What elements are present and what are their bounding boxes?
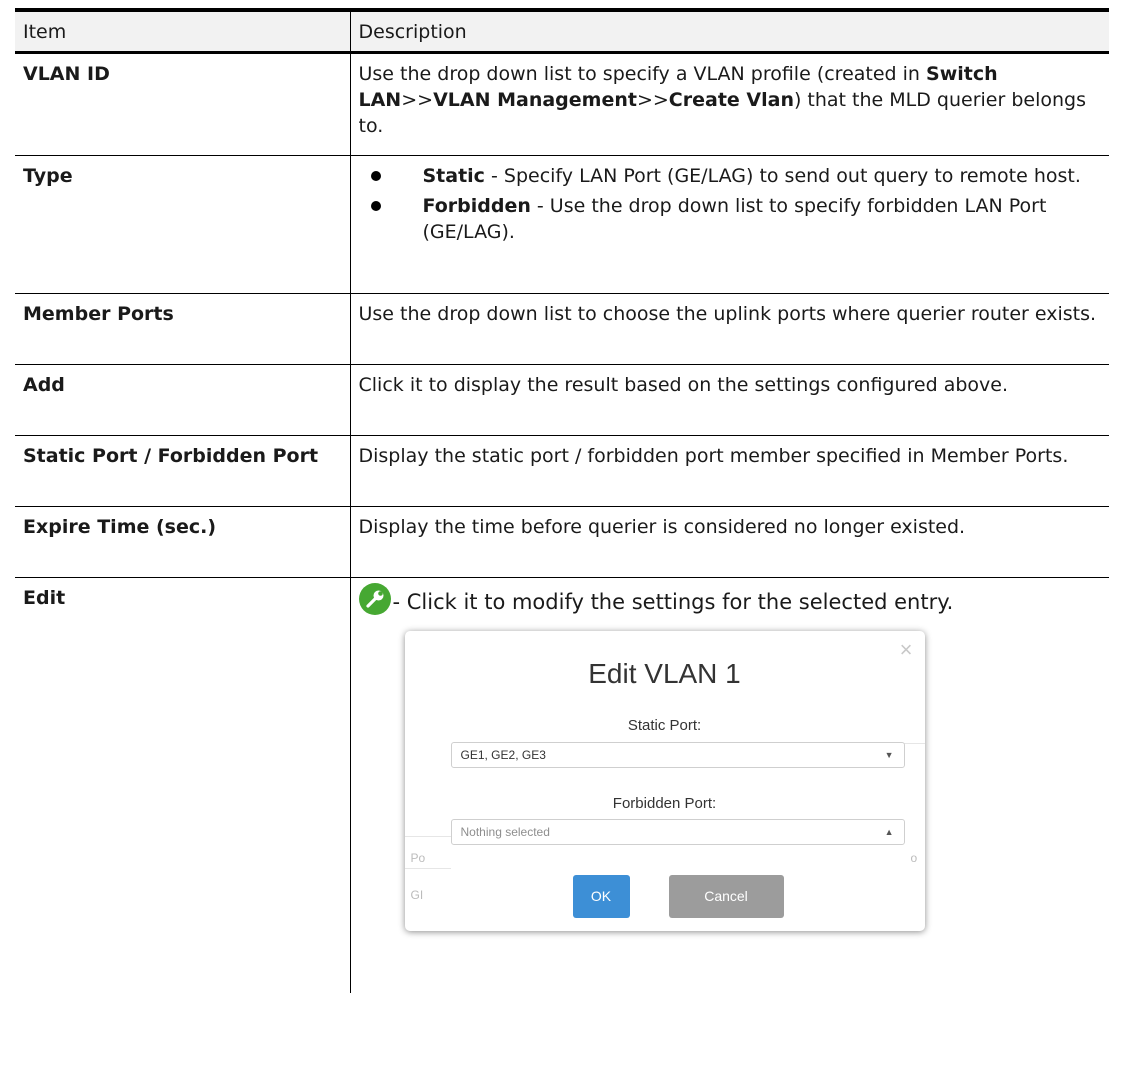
chevron-up-icon: ▲ xyxy=(884,827,894,837)
table-row: Type Static - Specify LAN Port (GE/LAG) … xyxy=(15,155,1109,294)
background-divider xyxy=(404,836,451,837)
row-item: VLAN ID xyxy=(23,63,110,85)
table-row: Add Click it to display the result based… xyxy=(15,364,1109,436)
row-description: Static - Specify LAN Port (GE/LAG) to se… xyxy=(349,155,1109,294)
background-text: GI xyxy=(410,888,424,902)
static-port-select[interactable]: GE1, GE2, GE3 ▼ xyxy=(450,742,905,768)
table-row: Edit - Click it to modify the settings f… xyxy=(15,577,1109,993)
ok-button[interactable]: OK xyxy=(572,875,630,918)
row-description: Use the drop down list to specify a VLAN… xyxy=(349,52,1109,156)
table-header-row: Item Description xyxy=(15,10,1109,53)
row-description: - Click it to modify the settings for th… xyxy=(349,577,1109,993)
row-description: Display the time before querier is consi… xyxy=(349,506,1109,578)
row-item: Edit xyxy=(23,587,66,609)
row-description: Display the static port / forbidden port… xyxy=(349,435,1109,507)
row-description: Use the drop down list to choose the upl… xyxy=(349,293,1109,365)
forbidden-port-select[interactable]: Nothing selected ▲ xyxy=(450,819,905,845)
row-item: Add xyxy=(23,374,65,396)
wrench-icon[interactable] xyxy=(358,583,391,615)
table-row: VLAN ID Use the drop down list to specif… xyxy=(15,52,1109,156)
edit-vlan-dialog: × Edit VLAN 1 Static Port: GE1, GE2, GE3… xyxy=(404,631,925,931)
bullet-icon xyxy=(370,201,381,211)
cancel-button[interactable]: Cancel xyxy=(668,875,784,918)
dialog-title: Edit VLAN 1 xyxy=(588,658,741,689)
header-item: Item xyxy=(23,21,67,43)
bullet-icon xyxy=(370,171,381,181)
close-icon[interactable]: × xyxy=(900,637,913,663)
row-item: Expire Time (sec.) xyxy=(23,516,217,538)
edit-instruction: - Click it to modify the settings for th… xyxy=(358,583,1102,615)
row-item: Type xyxy=(23,165,73,187)
background-text: o xyxy=(910,851,918,865)
edit-description: - Click it to modify the settings for th… xyxy=(392,590,954,614)
chevron-down-icon: ▼ xyxy=(884,750,894,760)
table-row: Expire Time (sec.) Display the time befo… xyxy=(15,506,1109,578)
static-port-label: Static Port: xyxy=(627,717,702,734)
row-item: Member Ports xyxy=(23,303,174,325)
table-row: Member Ports Use the drop down list to c… xyxy=(15,293,1109,365)
forbidden-port-label: Forbidden Port: xyxy=(612,795,717,812)
row-item: Static Port / Forbidden Port xyxy=(23,445,319,467)
background-text: Po xyxy=(410,851,426,865)
table-row: Static Port / Forbidden Port Display the… xyxy=(15,435,1109,507)
list-item: Forbidden - Use the drop down list to sp… xyxy=(359,193,1102,245)
description-table: Item Description VLAN ID Use the drop do… xyxy=(15,8,1109,993)
list-item: Static - Specify LAN Port (GE/LAG) to se… xyxy=(359,163,1102,189)
row-description: Click it to display the result based on … xyxy=(349,364,1109,436)
header-description: Description xyxy=(349,10,1109,53)
